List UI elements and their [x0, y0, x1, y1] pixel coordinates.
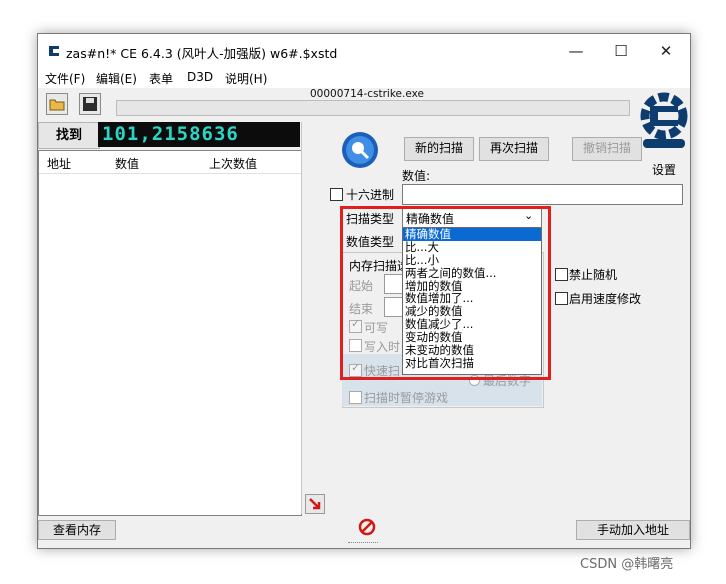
red-highlight-frame: [340, 206, 551, 380]
results-list[interactable]: 地址 数值 上次数值: [38, 150, 302, 516]
menu-edit[interactable]: 编辑(E): [96, 70, 137, 87]
found-label-box: 找到: [38, 122, 100, 149]
no-random-label: 禁止随机: [569, 268, 618, 282]
add-to-list-button[interactable]: [305, 494, 325, 514]
menu-file[interactable]: 文件(F): [45, 70, 85, 87]
cheat-engine-app-icon: [49, 46, 59, 56]
resize-grip[interactable]: [348, 542, 378, 546]
menu-d3d[interactable]: D3D: [187, 70, 213, 84]
speedhack-label: 启用速度修改: [569, 292, 642, 306]
hex-label: 十六进制: [346, 188, 395, 202]
stop-icon[interactable]: [358, 518, 376, 536]
value-label: 数值:: [402, 169, 431, 183]
process-name: 00000714-cstrike.exe: [310, 88, 424, 100]
settings-label[interactable]: 设置: [652, 161, 676, 178]
pause-game-label: 扫描时暂停游戏: [364, 391, 449, 405]
view-memory-button[interactable]: 查看内存: [38, 520, 116, 540]
menu-table[interactable]: 表单: [149, 70, 173, 87]
hex-checkbox[interactable]: [330, 188, 343, 201]
maximize-button[interactable]: ☐: [608, 40, 634, 62]
speedhack-checkbox[interactable]: [555, 292, 568, 305]
results-header: 地址 数值 上次数值: [39, 151, 301, 174]
splitter[interactable]: [301, 122, 302, 514]
found-label: 找到: [55, 128, 82, 143]
col-previous-value[interactable]: 上次数值: [209, 155, 257, 172]
close-button[interactable]: ✕: [653, 40, 679, 62]
open-process-button[interactable]: [46, 93, 68, 115]
scan-magnifier-icon[interactable]: [340, 130, 380, 170]
menu-bar: 文件(F) 编辑(E) 表单 D3D 说明(H): [38, 68, 690, 88]
col-value[interactable]: 数值: [115, 155, 139, 172]
menu-help[interactable]: 说明(H): [225, 70, 267, 87]
save-button[interactable]: [79, 93, 101, 115]
pause-game-checkbox[interactable]: [349, 391, 362, 404]
open-folder-icon: [49, 99, 65, 111]
toolbar: 00000714-cstrike.exe: [38, 88, 690, 118]
cheat-engine-logo[interactable]: [638, 90, 690, 156]
add-address-manually-button[interactable]: 手动加入地址: [576, 520, 690, 540]
no-random-checkbox[interactable]: [555, 268, 568, 281]
window-title: zas#n!* CE 6.4.3 (风叶人-加强版) w6#.$xstd: [66, 46, 338, 61]
app-window: zas#n!* CE 6.4.3 (风叶人-加强版) w6#.$xstd — ☐…: [37, 33, 691, 549]
csdn-watermark: CSDN @韩曙亮: [580, 557, 674, 572]
next-scan-button[interactable]: 再次扫描: [479, 137, 549, 161]
found-count: 101,2158636: [102, 123, 239, 145]
undo-scan-button[interactable]: 撤销扫描: [572, 137, 642, 161]
value-input[interactable]: [402, 184, 683, 205]
process-progress-bar: [116, 100, 630, 116]
new-scan-button[interactable]: 新的扫描: [404, 137, 474, 161]
found-count-display: 101,2158636: [98, 122, 300, 147]
floppy-disk-icon: [83, 97, 97, 111]
title-bar: zas#n!* CE 6.4.3 (风叶人-加强版) w6#.$xstd — ☐…: [38, 34, 690, 68]
minimize-button[interactable]: —: [563, 40, 589, 62]
red-arrow-icon: [309, 498, 321, 510]
col-address[interactable]: 地址: [47, 155, 71, 172]
